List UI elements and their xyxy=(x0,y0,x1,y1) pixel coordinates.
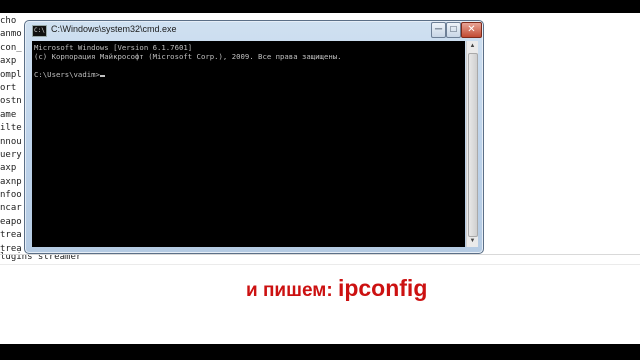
instruction-caption: и пишем: ipconfig xyxy=(246,275,427,302)
background-line: eapo xyxy=(0,216,22,227)
console-copyright-line: (c) Корпорация Майкрософт (Microsoft Cor… xyxy=(34,52,342,61)
background-line: ncar xyxy=(0,203,22,214)
minimize-button[interactable]: ─ xyxy=(431,22,446,38)
caption-command: ipconfig xyxy=(337,275,428,301)
background-line: ame xyxy=(0,109,17,120)
top-black-bar xyxy=(0,0,640,13)
scroll-down-arrow-icon[interactable]: ▼ xyxy=(467,236,478,247)
background-line: cho xyxy=(0,16,17,26)
cmd-icon: C:\ xyxy=(32,25,47,37)
vertical-scrollbar[interactable]: ▲ ▼ xyxy=(466,41,478,247)
scrollbar-thumb[interactable] xyxy=(468,53,478,237)
close-button[interactable]: ✕ xyxy=(461,22,482,38)
background-line: nnou xyxy=(0,136,22,147)
cmd-window[interactable]: C:\ C:\Windows\system32\cmd.exe ─ □ ✕ Mi… xyxy=(24,20,484,254)
background-line: trea xyxy=(0,230,22,241)
background-text-list: cho anmo con_ axp ompl ort ostn ame ilte… xyxy=(0,15,22,256)
background-line: nfoo xyxy=(0,190,22,201)
title-bar[interactable]: C:\ C:\Windows\system32\cmd.exe ─ □ ✕ xyxy=(25,21,483,40)
maximize-button[interactable]: □ xyxy=(446,22,461,38)
background-line: ostn xyxy=(0,96,22,107)
background-line: ompl xyxy=(0,69,22,80)
console-version-line: Microsoft Windows [Version 6.1.7601] xyxy=(34,43,193,52)
caption-lead: и пишем: xyxy=(246,280,338,301)
console-output: Microsoft Windows [Version 6.1.7601] (c)… xyxy=(32,41,465,81)
background-line: ort xyxy=(0,82,17,93)
background-line: axp xyxy=(0,56,17,67)
background-line: uery xyxy=(0,149,22,160)
text-cursor xyxy=(99,75,105,77)
background-line: axnp xyxy=(0,176,22,187)
background-line: con_ xyxy=(0,42,22,53)
background-line: axp xyxy=(0,163,17,174)
console-area[interactable]: Microsoft Windows [Version 6.1.7601] (c)… xyxy=(32,41,465,247)
divider xyxy=(0,254,640,255)
bottom-black-bar xyxy=(0,344,640,360)
window-title: C:\Windows\system32\cmd.exe xyxy=(51,24,177,34)
divider xyxy=(0,264,640,265)
background-line: ilte xyxy=(0,123,22,134)
console-prompt: C:\Users\vadim> xyxy=(34,70,100,79)
background-line: anmo xyxy=(0,29,22,40)
scroll-up-arrow-icon[interactable]: ▲ xyxy=(467,41,478,52)
